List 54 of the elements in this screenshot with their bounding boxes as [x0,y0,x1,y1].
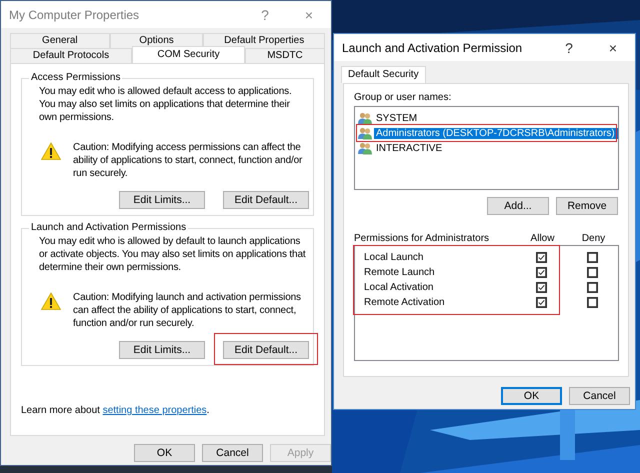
help-button[interactable]: ? [547,40,591,56]
checkbox[interactable] [587,252,598,263]
list-button[interactable]: Remove [556,197,618,215]
checkbox[interactable] [587,267,598,278]
close-button[interactable]: × [287,6,331,22]
user-item[interactable]: Administrators (DESKTOP-7DCRSRB\Administrators) [374,128,618,139]
learn-more-text: Learn more about setting these properties. [21,405,210,416]
tab[interactable]: Default Security [341,66,426,83]
checkbox[interactable] [536,267,547,278]
edit-button[interactable]: Edit Default... [223,191,309,209]
dialog-button[interactable]: Cancel [569,387,630,405]
users-icon [358,127,372,140]
edit-button[interactable]: Edit Default... [223,341,309,359]
column-header: Deny [580,233,606,244]
close-button[interactable]: × [591,40,635,56]
tab[interactable]: Default Protocols [10,48,132,63]
checkbox[interactable] [536,297,547,308]
permission-name: Local Launch [363,252,424,263]
edit-button[interactable]: Edit Limits... [119,341,205,359]
dialog-button[interactable]: OK [501,387,562,405]
user-item[interactable]: SYSTEM [374,113,618,124]
group-title: Launch and Activation Permissions [29,222,188,233]
checkbox[interactable] [587,282,598,293]
users-label: Group or user names: [354,92,452,103]
tab[interactable]: General [10,33,110,48]
tab[interactable]: Default Properties [203,33,325,48]
help-button[interactable]: ? [243,6,287,22]
permissions-label: Permissions for Administrators [354,233,490,244]
dialog-button[interactable]: Cancel [202,444,263,462]
tab[interactable]: MSDTC [245,48,325,63]
caution-text: Caution: Modifying launch and activation permissions can affect the ability of applications to start, connect, function and/or run securely. [73,291,302,330]
description-text: You may edit who is allowed by default to launch applications or activate objects. You may also set limits on applications that determine their own permissions. [39,235,307,274]
group-title: Access Permissions [29,72,122,83]
warning-icon [41,142,61,160]
dialog-button[interactable]: OK [134,444,195,462]
user-item[interactable]: INTERACTIVE [374,143,618,154]
description-text: You may edit who is allowed default access to applications. You may also set limits on applications that determine their own permissions. [39,85,293,124]
checkbox[interactable] [587,297,598,308]
caution-text: Caution: Modifying access permissions can affect the ability of applications to start, connect, function and/or run securely. [73,141,304,180]
tab[interactable]: COM Security [132,46,245,63]
window-title: Launch and Activation Permission [342,40,524,54]
permission-name: Remote Activation [363,297,446,308]
list-button[interactable]: Add... [487,197,549,215]
edit-button[interactable]: Edit Limits... [119,191,205,209]
checkbox[interactable] [536,252,547,263]
link[interactable]: setting these properties [102,405,207,416]
permission-name: Local Activation [363,282,434,293]
users-icon [358,142,372,155]
warning-icon [41,292,61,310]
permission-name: Remote Launch [363,267,436,278]
users-icon [358,112,372,125]
column-header: Allow [530,233,556,244]
window-title: My Computer Properties [9,8,140,22]
checkbox[interactable] [536,282,547,293]
